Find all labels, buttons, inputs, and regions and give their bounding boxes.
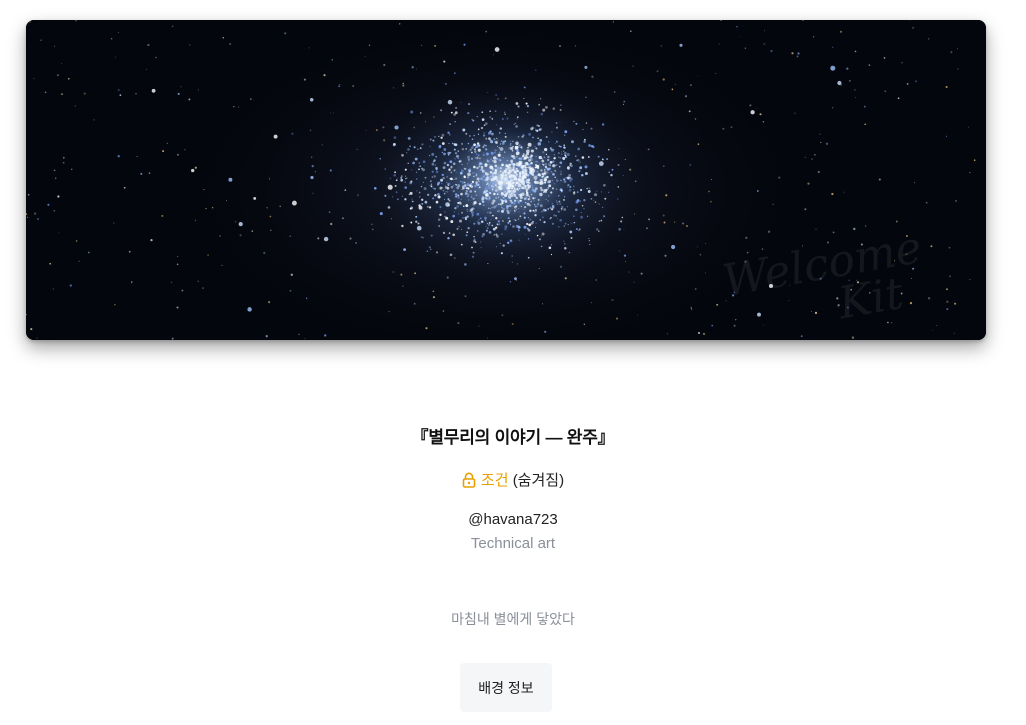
author-handle: @havana723 (468, 511, 558, 528)
background-info-button[interactable]: 배경 정보 (460, 663, 552, 712)
banner-image: Welcome Kit (26, 20, 986, 340)
condition-row: 조건 (숨겨짐) (0, 469, 1026, 492)
author-role: Technical art (470, 535, 556, 552)
entry-quote: 마침내 별에게 닿았다 (451, 611, 575, 627)
condition-state: (숨겨짐) (512, 472, 565, 489)
lock-icon (462, 472, 476, 492)
condition-label: 조건 (480, 472, 509, 489)
page-title: 『별무리의 이야기 — 완주』 (411, 428, 615, 447)
